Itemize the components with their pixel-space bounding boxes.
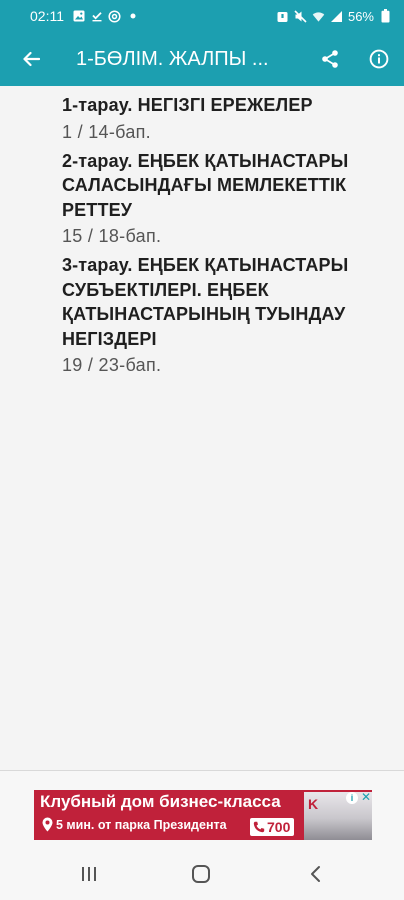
chapter-title: 3-тарау. ЕҢБЕК ҚАТЫНАСТАРЫ СУБЪЕКТІЛЕРІ.… bbox=[62, 255, 349, 349]
ad-headline: Клубный дом бизнес-класса bbox=[40, 792, 281, 811]
battery-icon bbox=[379, 9, 392, 23]
home-button[interactable] bbox=[190, 863, 212, 885]
ad-banner[interactable]: Клубный дом бизнес-класса 5 мин. от парк… bbox=[34, 790, 372, 840]
status-time: 02:11 bbox=[30, 8, 64, 24]
dot-icon bbox=[126, 10, 139, 23]
battery-percentage: 56% bbox=[347, 8, 374, 24]
at-icon bbox=[108, 9, 121, 23]
info-icon bbox=[369, 49, 389, 69]
home-icon bbox=[192, 865, 210, 883]
info-button[interactable] bbox=[356, 32, 402, 86]
phone-icon bbox=[253, 821, 265, 833]
ad-phone-badge[interactable]: 700 bbox=[250, 818, 295, 836]
system-nav-bar bbox=[0, 848, 404, 900]
share-button[interactable] bbox=[308, 32, 352, 86]
ad-subline: 5 мин. от парка Президента bbox=[56, 817, 227, 832]
recents-button[interactable] bbox=[78, 863, 100, 885]
page-title: 1-БӨЛІМ. ЖАЛПЫ ... bbox=[76, 47, 269, 70]
chapter-title: 2-тарау. ЕҢБЕК ҚАТЫНАСТАРЫ САЛАСЫНДАҒЫ М… bbox=[62, 150, 349, 220]
chapter-article-range: 15 / 18-бап. bbox=[62, 226, 162, 246]
chapter-article-range: 19 / 23-бап. bbox=[62, 355, 162, 375]
ad-close-icon[interactable]: ✕ bbox=[360, 790, 372, 804]
back-button[interactable] bbox=[0, 32, 62, 86]
app-bar: 1-БӨЛІМ. ЖАЛПЫ ... bbox=[0, 32, 404, 86]
nav-back-button[interactable] bbox=[304, 863, 326, 885]
recents-icon bbox=[82, 867, 96, 881]
status-left-group: 02:11 bbox=[30, 8, 139, 24]
chapter-item-1[interactable]: 1-тарау. НЕГІЗГІ ЕРЕЖЕЛЕР 1 / 14-бап. bbox=[62, 92, 394, 148]
ad-brand-logo: K bbox=[308, 796, 319, 812]
mute-icon bbox=[294, 9, 307, 23]
ad-area: Клубный дом бизнес-класса 5 мин. от парк… bbox=[0, 771, 404, 848]
nav-back-icon bbox=[311, 866, 320, 882]
chapter-list-area: 1-тарау. НЕГІЗГІ ЕРЕЖЕЛЕР 1 / 14-бап. 2-… bbox=[0, 86, 404, 770]
arrow-back-icon bbox=[23, 51, 40, 67]
signal-icon bbox=[330, 10, 343, 23]
ad-choices-icon[interactable]: i bbox=[346, 792, 358, 804]
wifi-icon bbox=[312, 10, 325, 23]
gallery-icon bbox=[72, 10, 85, 23]
alarm-icon bbox=[276, 10, 289, 23]
chapter-item-2[interactable]: 2-тарау. ЕҢБЕК ҚАТЫНАСТАРЫ САЛАСЫНДАҒЫ М… bbox=[62, 148, 394, 253]
ad-subline-row: 5 мин. от парка Президента bbox=[42, 817, 227, 832]
status-right-group: 56% bbox=[276, 9, 392, 24]
share-icon bbox=[322, 50, 338, 68]
chapter-list: 1-тарау. НЕГІЗГІ ЕРЕЖЕЛЕР 1 / 14-бап. 2-… bbox=[0, 86, 404, 381]
chapter-article-range: 1 / 14-бап. bbox=[62, 121, 151, 142]
download-check-icon bbox=[90, 10, 103, 23]
status-bar: 02:11 56% bbox=[0, 0, 404, 32]
chapter-title: 1-тарау. НЕГІЗГІ ЕРЕЖЕЛЕР bbox=[62, 95, 313, 115]
chapter-item-3[interactable]: 3-тарау. ЕҢБЕК ҚАТЫНАСТАРЫ СУБЪЕКТІЛЕРІ.… bbox=[62, 252, 394, 381]
ad-phone-number: 700 bbox=[267, 819, 291, 835]
location-pin-icon bbox=[42, 817, 53, 832]
